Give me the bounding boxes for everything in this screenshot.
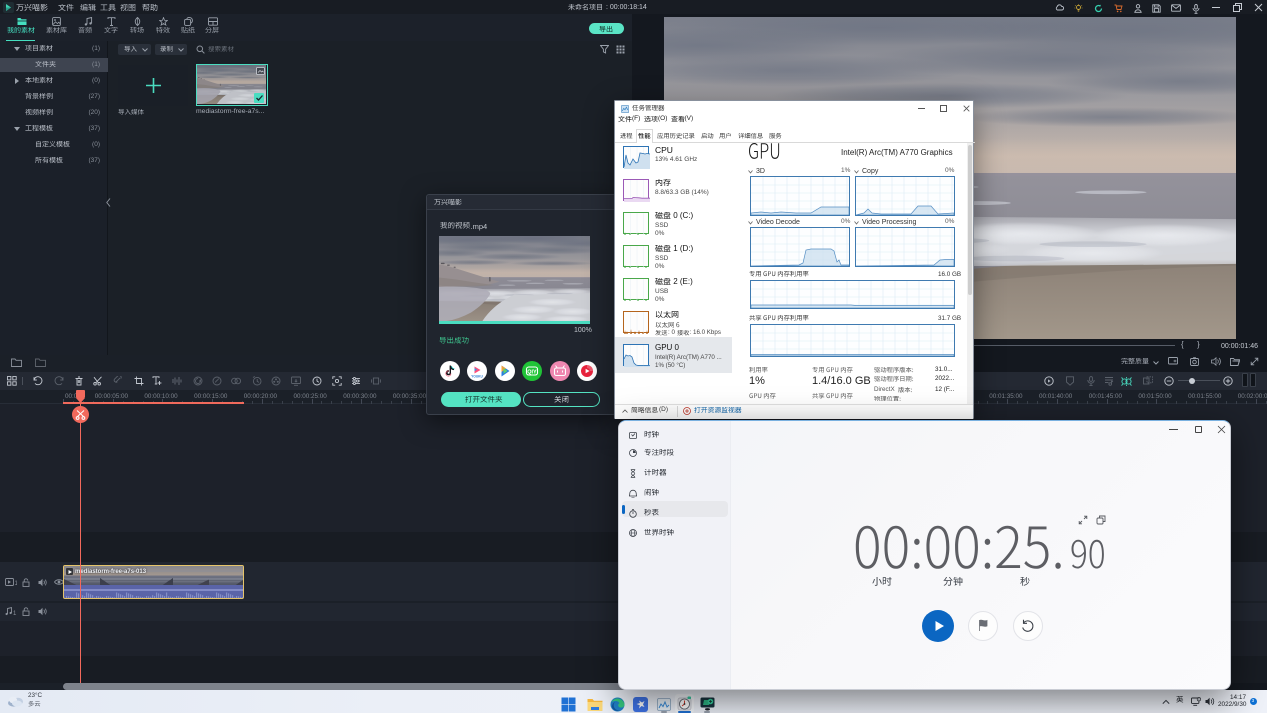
svg-text:1: 1 <box>13 611 17 616</box>
svg-text:QIY: QIY <box>527 370 537 376</box>
svg-text:1: 1 <box>15 581 18 586</box>
svg-text:YOUKU: YOUKU <box>471 374 483 378</box>
